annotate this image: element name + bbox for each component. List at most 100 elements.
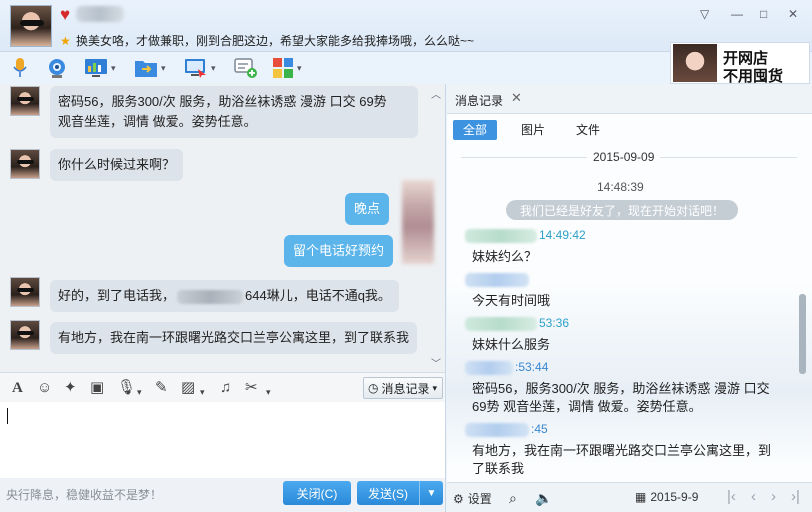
shake-window-icon[interactable]: ✦	[64, 379, 77, 397]
font-icon[interactable]: A	[12, 379, 23, 397]
edit-icon[interactable]: ✎	[155, 379, 168, 397]
minimize-button[interactable]: —	[731, 7, 743, 21]
tab-message-history[interactable]: 消息记录	[455, 92, 503, 109]
sender-name-blurred	[465, 272, 529, 287]
message-history-panel: 消息记录 ✕ 全部 图片 文件 2015-09-09 14:48:39 我们已经…	[447, 84, 812, 512]
history-date: 2015-09-09	[587, 150, 661, 164]
chevron-down-icon[interactable]: ▾	[297, 63, 302, 74]
message-bubble-outgoing: 晚点	[345, 193, 390, 225]
remote-desktop-button[interactable]: ▾	[84, 56, 116, 80]
last-page-button[interactable]: ›|	[791, 488, 800, 505]
filter-images[interactable]: 图片	[511, 120, 555, 140]
message-bubble-incoming: 你什么时候过来啊？	[50, 149, 184, 181]
message-input[interactable]	[0, 402, 446, 478]
chevron-down-icon[interactable]: ▾	[161, 63, 166, 74]
chevron-down-icon[interactable]: ▾	[200, 383, 205, 401]
speaker-icon[interactable]: 🔈	[535, 490, 552, 507]
sender-avatar[interactable]	[10, 86, 40, 116]
message-text: 好的，到了电话我，	[58, 288, 176, 303]
sender-avatar[interactable]	[10, 149, 40, 179]
date-picker[interactable]: ▦ 2015-9-9	[635, 490, 698, 504]
action-bar: 央行降息，稳健收益不是梦！ 关闭(C) 发送(S) ▼	[0, 478, 446, 512]
message-text: 644琳儿，电话不通q我。	[245, 288, 391, 303]
skin-dropdown-icon[interactable]: ▽	[700, 7, 709, 21]
gif-icon[interactable]: ▣	[90, 379, 104, 397]
maximize-button[interactable]: □	[760, 7, 767, 21]
date-picker-value: 2015-9-9	[650, 490, 699, 504]
apps-grid-icon	[273, 58, 293, 78]
image-icon[interactable]: ▨	[181, 379, 195, 397]
promo-slogan[interactable]: 央行降息，稳健收益不是梦！	[6, 486, 162, 503]
monitor-chart-icon	[85, 59, 107, 77]
screenshot-scissors-icon[interactable]: ✂	[245, 379, 258, 397]
message-bubble-incoming: 好的，到了电话我， 644琳儿，电话不通q我。	[50, 280, 399, 312]
close-button[interactable]: 关闭(C)	[283, 481, 351, 505]
scroll-up-icon[interactable]: ︿	[431, 86, 441, 101]
message-history-button[interactable]: ◷ 消息记录 ▾	[363, 377, 443, 399]
sender-name-blurred	[465, 422, 529, 437]
send-file-button[interactable]: ▾	[134, 56, 166, 80]
send-button[interactable]: 发送(S) ▼	[357, 481, 443, 505]
chevron-down-icon[interactable]: ▾	[111, 63, 116, 74]
history-footer: ⚙ 设置 ⌕ 🔈 ▦ 2015-9-9 |‹ ‹ › ›|	[447, 482, 812, 512]
message-text: 密码56，服务300/次 服务，助浴丝袜诱惑 漫游 口交 69势	[58, 94, 387, 109]
folder-arrow-icon	[135, 61, 157, 77]
phone-number-blurred	[177, 289, 244, 304]
voice-message-icon[interactable]: 🎙	[117, 379, 136, 397]
chevron-down-icon[interactable]: ▾	[137, 383, 142, 401]
self-avatar-blurred[interactable]	[402, 180, 434, 264]
close-icon[interactable]: ✕	[511, 90, 522, 106]
filter-files[interactable]: 文件	[566, 120, 610, 140]
first-page-button[interactable]: |‹	[727, 488, 736, 505]
search-icon[interactable]: ⌕	[509, 490, 517, 507]
ad-subline: 不用囤货	[723, 68, 784, 85]
history-tab-bar: 消息记录 ✕	[447, 84, 812, 114]
history-entry-text: 妹妹什么服务	[472, 337, 551, 352]
ad-photo	[673, 44, 717, 82]
contact-signature: 换美女咯，才做兼职，刚到合肥这边，希望大家能多给我捧场哦，么么哒~~	[76, 34, 475, 48]
message-bubble-outgoing: 留个电话好预约	[284, 235, 394, 267]
screen-share-icon	[185, 59, 206, 78]
chevron-down-icon[interactable]: ▾	[211, 63, 216, 74]
next-page-button[interactable]: ›	[771, 488, 776, 505]
webcam-icon	[49, 59, 65, 78]
chevron-down-icon: ▾	[432, 382, 438, 393]
sender-avatar[interactable]	[10, 277, 40, 307]
clock-icon: ◷	[368, 381, 379, 395]
previous-page-button[interactable]: ‹	[751, 488, 756, 505]
apps-button[interactable]: ▾	[272, 56, 302, 80]
heart-icon: ♥	[60, 5, 71, 24]
ad-banner[interactable]: 开网店 不用囤货	[670, 42, 810, 85]
chevron-down-icon[interactable]: ▾	[266, 383, 271, 401]
sender-name-blurred	[465, 228, 537, 243]
gear-icon: ⚙	[453, 491, 464, 506]
text-cursor	[7, 408, 8, 424]
message-history-label: 消息记录	[381, 381, 430, 396]
music-icon[interactable]: ♫	[220, 379, 231, 397]
create-group-chat-button[interactable]	[234, 56, 258, 80]
close-window-button[interactable]: ✕	[788, 7, 798, 21]
history-entry-text: 妹妹约么？	[472, 249, 538, 264]
share-screen-button[interactable]: ▾	[184, 56, 216, 80]
history-entry-header: :53:44	[465, 360, 548, 375]
voice-call-button[interactable]	[12, 56, 28, 80]
video-call-button[interactable]	[46, 56, 68, 80]
send-button-label: 发送(S)	[368, 486, 408, 501]
sender-avatar[interactable]	[10, 320, 40, 350]
history-entry-text: 密码56，服务300/次 服务，助浴丝袜诱惑 漫游 口交 69势 观音坐莲，调情…	[472, 381, 770, 414]
chat-plus-icon	[234, 58, 257, 78]
history-entry-header: 14:49:42	[465, 228, 586, 243]
chat-message-area[interactable]: ︿ 密码56，服务300/次 服务，助浴丝袜诱惑 漫游 口交 69势 观音坐莲，…	[0, 84, 446, 372]
history-scrollbar[interactable]	[799, 294, 806, 374]
history-entry-text: 有地方，我在南一环跟曙光路交口兰亭公寓这里，到了联系我	[472, 443, 772, 476]
filter-all[interactable]: 全部	[453, 120, 498, 140]
history-entry-header: 53:36	[465, 316, 569, 331]
send-options-dropdown[interactable]: ▼	[419, 481, 443, 505]
message-bubble-incoming: 密码56，服务300/次 服务，助浴丝袜诱惑 漫游 口交 69势 观音坐莲，调情…	[50, 86, 418, 138]
history-time: 14:48:39	[597, 180, 644, 194]
emoji-icon[interactable]: ☺	[37, 379, 52, 397]
contact-avatar[interactable]	[10, 5, 52, 47]
settings-button[interactable]: ⚙ 设置	[453, 490, 492, 507]
message-bubble-incoming: 有地方，我在南一环跟曙光路交口兰亭公寓这里，到了联系我	[50, 322, 418, 354]
scroll-down-icon[interactable]: ﹀	[431, 355, 441, 370]
